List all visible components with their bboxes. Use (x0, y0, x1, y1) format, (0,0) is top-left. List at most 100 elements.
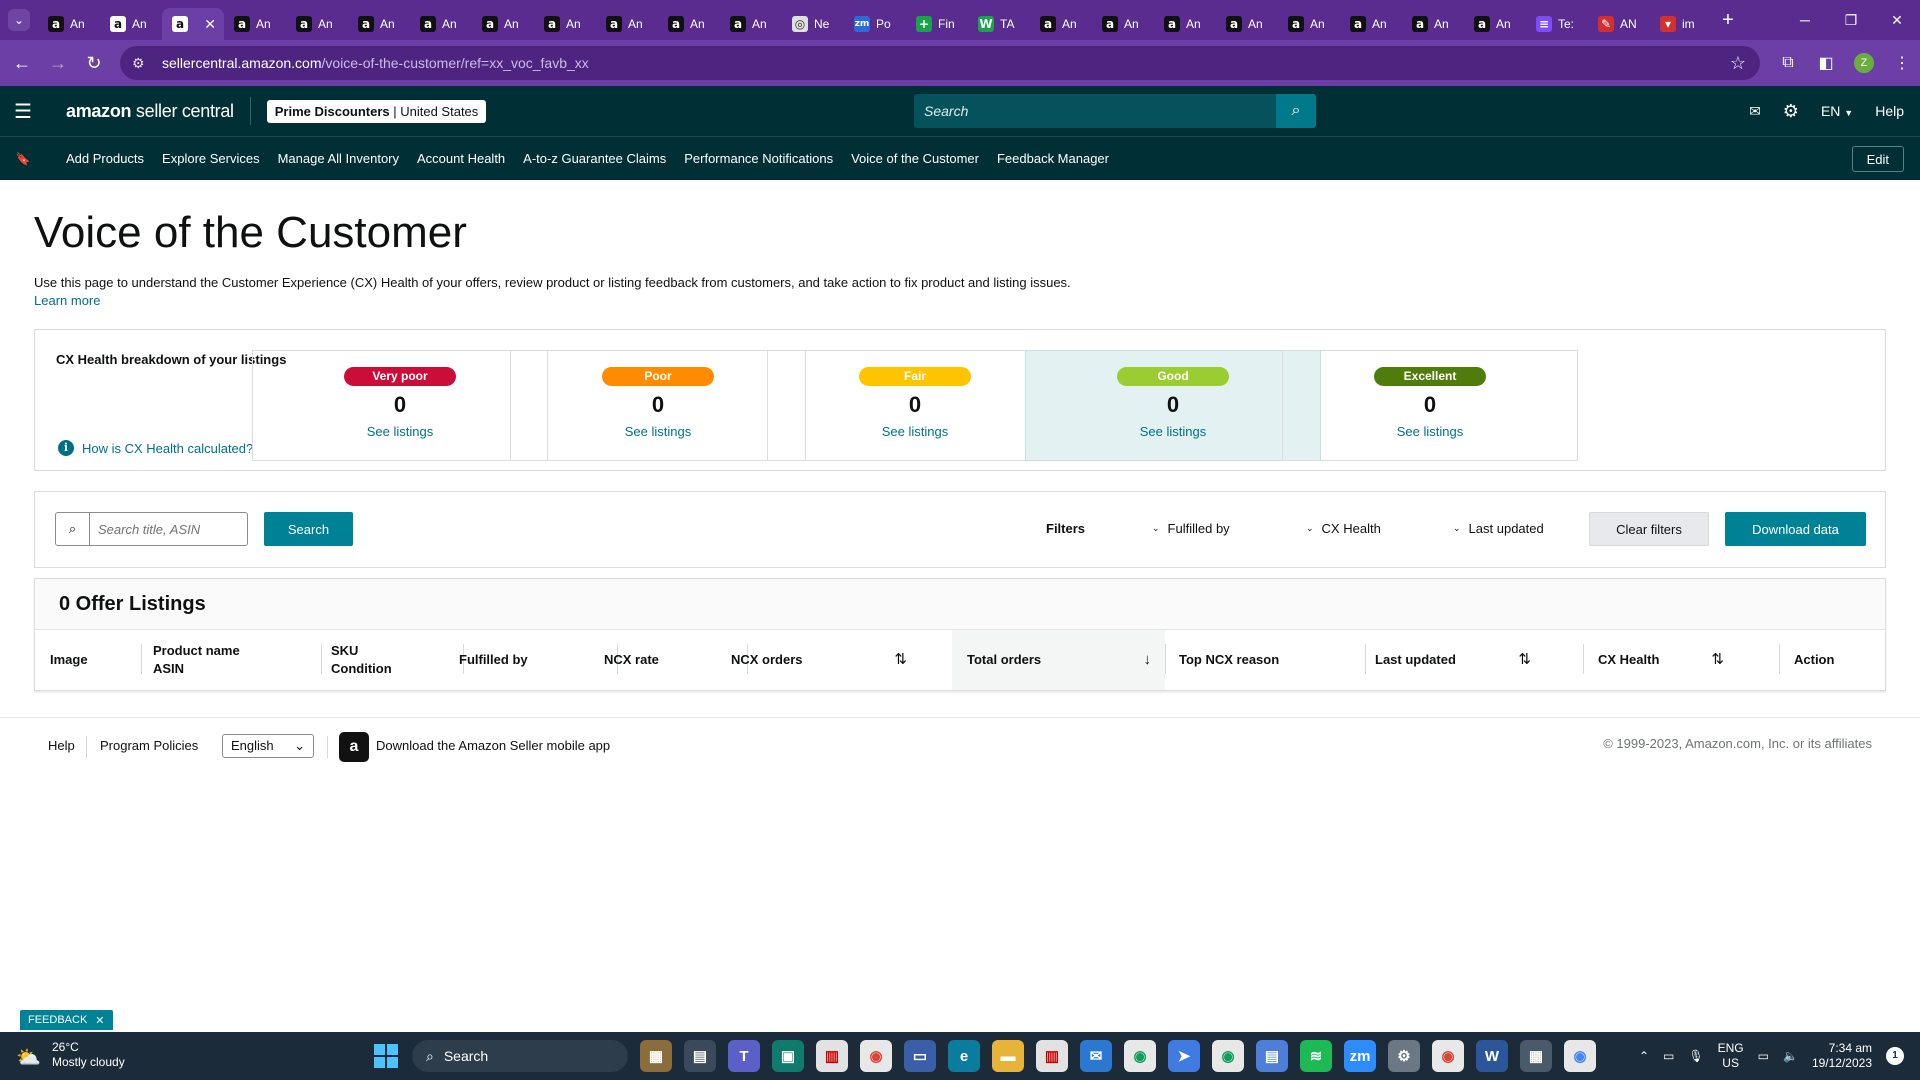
side-panel-icon[interactable]: ◧ (1814, 53, 1838, 73)
volume-icon[interactable]: 🔈 (1783, 1049, 1798, 1063)
search-button[interactable]: Search (264, 512, 353, 546)
cx-health-card[interactable]: Good 0 See listings (1025, 350, 1321, 461)
sort-icon[interactable]: ⇅ (894, 651, 907, 669)
close-icon[interactable]: ✕ (95, 1014, 104, 1027)
word-icon[interactable]: W (1476, 1040, 1508, 1072)
cx-health-filter[interactable]: ⌄ CX Health (1306, 521, 1381, 536)
new-tab-button[interactable]: + (1712, 9, 1744, 32)
gear-icon[interactable]: ⚙ (1783, 101, 1799, 122)
sort-descending-icon[interactable]: ↓ (1144, 651, 1152, 669)
browser-tab[interactable]: a An (658, 8, 720, 40)
clear-filters-button[interactable]: Clear filters (1589, 512, 1709, 546)
browser-tab[interactable]: ≡ Te: (1526, 8, 1588, 40)
help-link[interactable]: Help (1875, 103, 1904, 119)
spotify-icon[interactable]: ≋ (1300, 1040, 1332, 1072)
column-header[interactable]: CX Health ⇅ (1598, 630, 1738, 690)
browser-tab[interactable]: + Fin (906, 8, 968, 40)
chrome-icon[interactable]: ◉ (1212, 1040, 1244, 1072)
app-icon[interactable]: ▥ (816, 1040, 848, 1072)
profile-avatar[interactable]: Z (1852, 53, 1876, 73)
see-listings-link[interactable]: See listings (367, 424, 433, 439)
learn-more-link[interactable]: Learn more (34, 293, 100, 308)
listing-search-box[interactable]: ⌕ Search title, ASIN (55, 512, 248, 546)
bookmark-link[interactable]: Performance Notifications (684, 151, 833, 166)
browser-menu-icon[interactable]: ⋮ (1890, 53, 1914, 73)
minimize-button[interactable]: ─ (1782, 0, 1828, 40)
bookmark-icon[interactable]: 🔖 (0, 152, 46, 166)
browser-tab[interactable]: a An (1092, 8, 1154, 40)
browser-tab[interactable]: a An (720, 8, 782, 40)
weather-widget[interactable]: ⛅ 26°C Mostly cloudy (16, 1040, 125, 1070)
cx-health-card[interactable]: Poor 0 See listings (510, 350, 806, 461)
marketplace-switcher[interactable]: Prime Discounters | United States (266, 99, 487, 123)
see-listings-link[interactable]: See listings (882, 424, 948, 439)
site-info-icon[interactable]: ⚙ (132, 55, 152, 72)
calculator-icon[interactable]: ▦ (1520, 1040, 1552, 1072)
extensions-icon[interactable]: ⧉ (1776, 54, 1800, 72)
mail-icon[interactable]: ✉ (1080, 1040, 1112, 1072)
windows-start-icon[interactable] (374, 1044, 398, 1068)
program-policies-link[interactable]: Program Policies (100, 738, 198, 753)
clock[interactable]: 7:34 am 19/12/2023 (1812, 1041, 1872, 1071)
telegram-icon[interactable]: ➤ (1168, 1040, 1200, 1072)
folder-icon[interactable]: ▬ (992, 1040, 1024, 1072)
reload-button[interactable]: ↻ (76, 45, 112, 81)
amazon-app-icon[interactable]: a (339, 732, 369, 762)
bookmark-link[interactable]: Voice of the Customer (851, 151, 979, 166)
store-icon[interactable]: ▣ (772, 1040, 804, 1072)
footer-language-select[interactable]: English ⌄ (222, 734, 314, 758)
language-selector[interactable]: EN ▼ (1821, 103, 1853, 119)
browser-tab[interactable]: a An (410, 8, 472, 40)
download-app-link[interactable]: Download the Amazon Seller mobile app (376, 738, 610, 753)
browser-tab[interactable]: a An (1278, 8, 1340, 40)
cx-health-card[interactable]: Fair 0 See listings (767, 350, 1063, 461)
display-icon[interactable]: ▭ (1758, 1049, 1769, 1063)
browser-tab[interactable]: a An (1402, 8, 1464, 40)
browser-tab[interactable]: a An (1216, 8, 1278, 40)
browser-tab[interactable]: a An (100, 8, 162, 40)
browser-tab[interactable]: a An (286, 8, 348, 40)
chrome-icon[interactable]: ◉ (1432, 1040, 1464, 1072)
browser-tab[interactable]: a An (472, 8, 534, 40)
header-search-button[interactable]: ⌕ (1276, 94, 1316, 128)
chrome-icon[interactable]: ◉ (1124, 1040, 1156, 1072)
footer-help-link[interactable]: Help (48, 738, 75, 753)
edit-bookmarks-button[interactable]: Edit (1851, 146, 1904, 172)
remote-desktop-icon[interactable]: ▭ (904, 1040, 936, 1072)
bookmark-link[interactable]: Explore Services (162, 151, 260, 166)
bookmark-star-icon[interactable]: ☆ (1730, 53, 1746, 74)
bookmark-link[interactable]: Add Products (66, 151, 144, 166)
mail-icon[interactable]: ✉ (1749, 103, 1761, 120)
hamburger-menu-icon[interactable]: ☰ (0, 99, 46, 124)
browser-tab[interactable]: a An (1340, 8, 1402, 40)
browser-tab[interactable]: a An (1464, 8, 1526, 40)
seller-central-logo[interactable]: amazon seller central (66, 101, 234, 122)
bookmark-link[interactable]: Feedback Manager (997, 151, 1109, 166)
see-listings-link[interactable]: See listings (1397, 424, 1463, 439)
feedback-tab[interactable]: FEEDBACK ✕ (20, 1010, 113, 1030)
cx-health-card[interactable]: Excellent 0 See listings (1282, 350, 1578, 461)
sort-icon[interactable]: ⇅ (1518, 651, 1531, 669)
close-window-button[interactable]: ✕ (1874, 0, 1920, 40)
file-app-icon[interactable]: ▤ (684, 1040, 716, 1072)
edge-icon[interactable]: e (948, 1040, 980, 1072)
cx-health-how-link[interactable]: i How is CX Health calculated? (58, 440, 253, 456)
browser-tab[interactable]: a An (534, 8, 596, 40)
cx-health-card[interactable]: Very poor 0 See listings (252, 350, 548, 461)
browser-tab[interactable]: a An (224, 8, 286, 40)
bookmark-link[interactable]: Manage All Inventory (278, 151, 399, 166)
see-listings-link[interactable]: See listings (625, 424, 691, 439)
teams-icon[interactable]: T (728, 1040, 760, 1072)
chrome-icon[interactable]: ◉ (860, 1040, 892, 1072)
address-bar[interactable]: ⚙ sellercentral.amazon.com/voice-of-the-… (120, 46, 1760, 80)
bookmark-link[interactable]: Account Health (417, 151, 505, 166)
tab-search-button[interactable]: ⌄ (0, 0, 38, 40)
see-listings-link[interactable]: See listings (1140, 424, 1206, 439)
chrome-icon[interactable]: ◉ (1564, 1040, 1596, 1072)
forward-button[interactable]: → (40, 45, 76, 81)
bookmark-link[interactable]: A-to-z Guarantee Claims (523, 151, 666, 166)
browser-tab[interactable]: ▾ im (1650, 8, 1712, 40)
back-button[interactable]: ← (4, 45, 40, 81)
app-icon[interactable]: ▥ (1036, 1040, 1068, 1072)
last-updated-filter[interactable]: ⌄ Last updated (1453, 521, 1544, 536)
